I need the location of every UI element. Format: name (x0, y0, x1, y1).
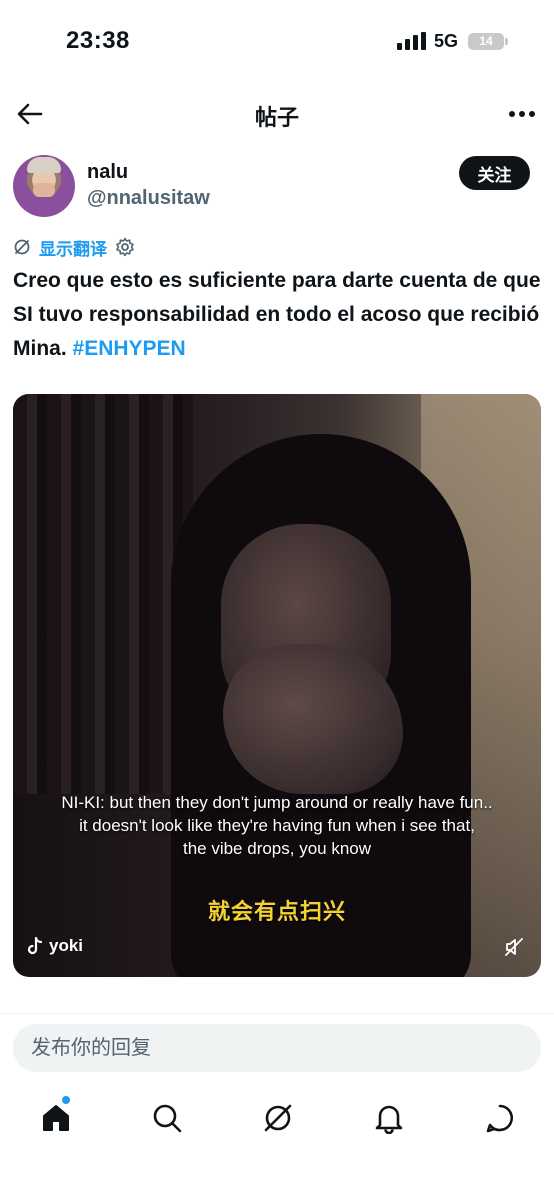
caption-line-1: NI-KI: but then they don't jump around o… (61, 793, 493, 812)
bottom-tab-bar (0, 1090, 554, 1146)
signal-icon (397, 32, 426, 50)
post-text: Creo que esto es suficiente para darte c… (13, 264, 543, 366)
notifications-icon (375, 1105, 403, 1134)
status-bar: 23:38 5G 14 (0, 0, 554, 80)
tab-messages[interactable] (478, 1096, 522, 1140)
battery-level: 14 (479, 34, 493, 48)
avatar-hands (33, 183, 55, 197)
video-caption-english: NI-KI: but then they don't jump around o… (13, 791, 541, 860)
home-icon (43, 1105, 69, 1131)
video-player[interactable]: NI-KI: but then they don't jump around o… (13, 394, 541, 977)
author-display-name[interactable]: nalu (87, 161, 128, 184)
media-source-tag[interactable]: yoki (27, 932, 83, 960)
media-source-label: yoki (49, 936, 84, 955)
author-handle[interactable]: @nnalusitaw (87, 187, 210, 210)
caption-line-3: the vibe drops, you know (182, 839, 372, 858)
grok-icon (14, 239, 30, 255)
tab-notifications[interactable] (367, 1096, 411, 1140)
caption-line-2: it doesn't look like they're having fun … (79, 816, 475, 835)
avatar-hat (27, 157, 61, 173)
more-button[interactable] (502, 94, 542, 134)
reply-input[interactable] (13, 1024, 541, 1072)
tiktok-icon (27, 937, 43, 955)
translate-link[interactable]: 显示翻译 (39, 235, 107, 260)
gear-icon[interactable] (115, 237, 135, 257)
video-caption-chinese: 就会有点扫兴 (207, 899, 346, 924)
speaker-muted-icon (505, 938, 523, 956)
battery-cap (505, 38, 508, 45)
tab-grok[interactable] (256, 1096, 300, 1140)
page-title: 帖子 (254, 105, 299, 130)
mute-button[interactable] (501, 934, 527, 960)
follow-button[interactable]: 关注 (459, 156, 530, 190)
avatar[interactable] (13, 155, 75, 217)
video-background-curtain (13, 394, 193, 794)
search-icon (153, 1104, 182, 1133)
messages-icon (486, 1104, 513, 1133)
hashtag-link[interactable]: #ENHYPEN (73, 337, 186, 360)
divider (0, 1013, 554, 1014)
network-type: 5G (434, 31, 459, 51)
translate-row: 显示翻译 (13, 234, 135, 260)
tab-home[interactable] (34, 1096, 78, 1140)
status-time: 23:38 (66, 27, 130, 54)
notification-dot (62, 1096, 70, 1104)
nav-bar: 帖子 (0, 88, 554, 140)
grok-icon (264, 1104, 292, 1132)
tab-search[interactable] (145, 1096, 189, 1140)
more-horizontal-icon (509, 111, 535, 117)
